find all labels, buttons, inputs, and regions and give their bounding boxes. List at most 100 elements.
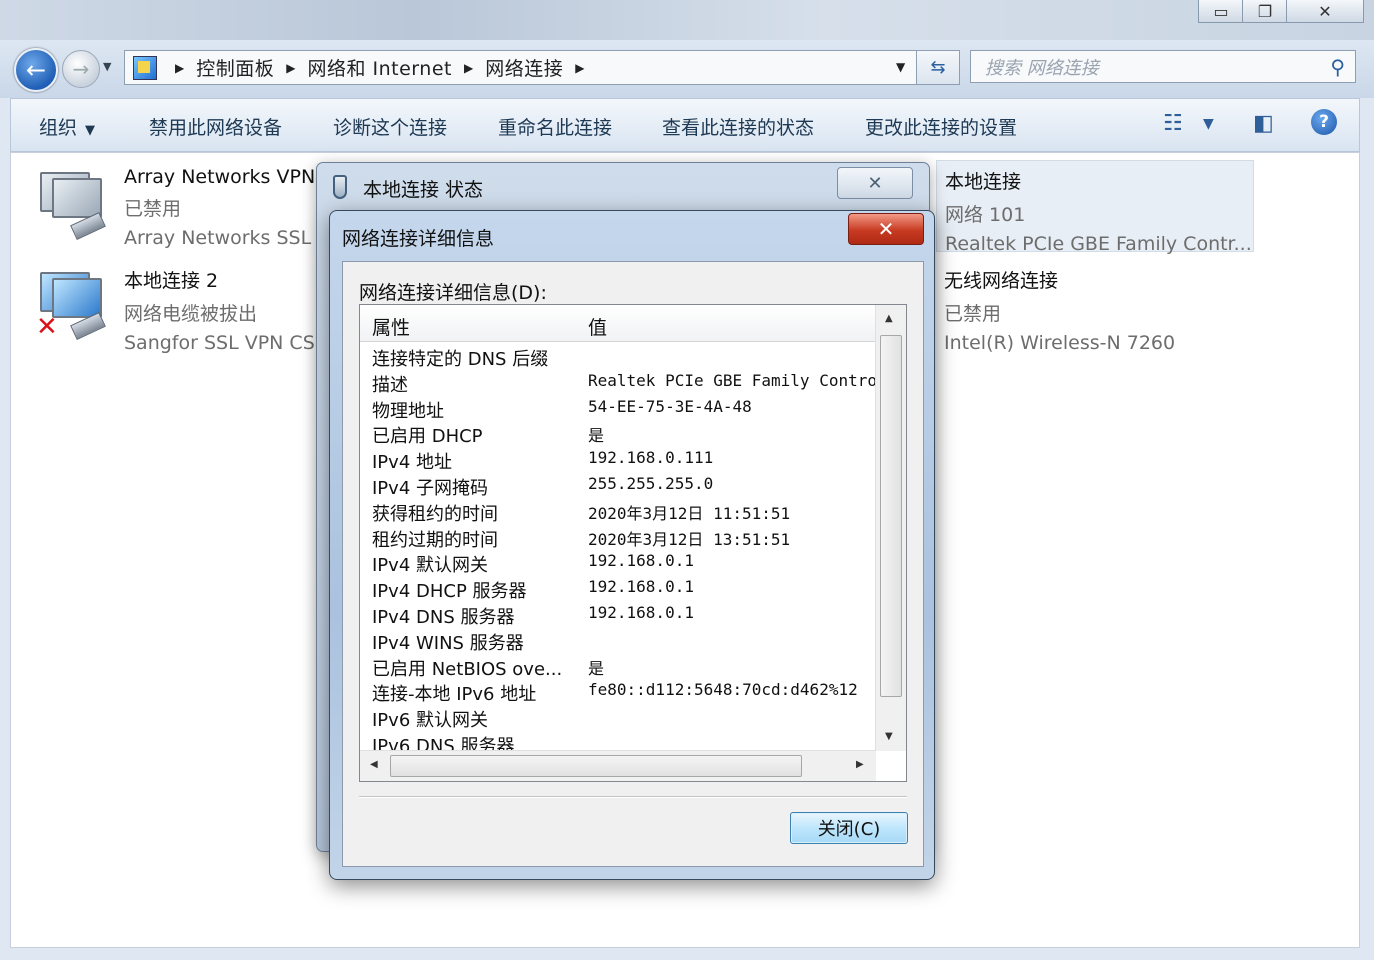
change-view-icon[interactable]: ☷ [1163, 111, 1183, 136]
close-button[interactable]: 关闭(C) [790, 812, 908, 844]
details-dialog: 网络连接详细信息 ✕ 网络连接详细信息(D): 属性 值 连接特定的 DNS 后… [329, 210, 935, 880]
disable-device-button[interactable]: 禁用此网络设备 [149, 113, 282, 140]
value-cell: 192.168.0.1 [588, 602, 694, 622]
address-dropdown-icon[interactable]: ▼ [896, 60, 905, 74]
breadcrumb-network-internet[interactable]: 网络和 Internet [307, 54, 451, 81]
value-cell: 54-EE-75-3E-4A-48 [588, 396, 752, 416]
connection-device: Realtek PCIe GBE Family Contr... [945, 233, 1252, 255]
back-button[interactable]: ← [14, 48, 58, 92]
chevron-down-icon: ▼ [85, 123, 96, 138]
close-icon: ✕ [867, 172, 883, 194]
window-title-bar [0, 0, 1374, 40]
property-cell: 已启用 DHCP [372, 426, 483, 448]
scroll-left-icon[interactable]: ◀ [370, 759, 378, 770]
table-row[interactable]: IPv6 默认网关 [360, 706, 876, 732]
breadcrumb-separator-icon[interactable]: ▶ [575, 61, 584, 75]
connection-item-local[interactable]: 本地连接 网络 101 Realtek PCIe GBE Family Cont… [936, 160, 1254, 255]
value-cell: 2020年3月12日 11:51:51 [588, 503, 791, 523]
forward-arrow-icon: → [72, 57, 90, 81]
property-cell: 描述 [372, 374, 408, 396]
table-row[interactable]: 已启用 DHCP 是 [360, 422, 876, 448]
help-icon[interactable]: ? [1311, 109, 1337, 135]
table-row[interactable]: IPv4 地址 192.168.0.111 [360, 448, 876, 474]
view-status-button[interactable]: 查看此连接的状态 [662, 113, 814, 140]
minimize-button[interactable]: ▭ [1198, 0, 1244, 23]
connection-name: 无线网络连接 [944, 270, 1059, 292]
connection-status: 网络电缆被拔出 [124, 303, 258, 325]
refresh-icon: ⇆ [930, 57, 946, 78]
vertical-scrollbar[interactable]: ▲ ▼ [875, 305, 906, 751]
refresh-button[interactable]: ⇆ [916, 50, 960, 85]
connection-item-local-2[interactable]: 本地连接 2 网络电缆被拔出 Sangfor SSL VPN CS [124, 266, 315, 354]
connection-status: 已禁用 [944, 303, 1002, 325]
horizontal-scrollbar[interactable]: ◀ ▶ [360, 750, 876, 781]
table-row[interactable]: 物理地址 54-EE-75-3E-4A-48 [360, 397, 876, 423]
details-dialog-close-button[interactable]: ✕ [848, 213, 924, 245]
property-cell: IPv4 子网掩码 [372, 477, 488, 499]
connection-device: Intel(R) Wireless-N 7260 [944, 332, 1176, 354]
value-cell: 192.168.0.111 [588, 448, 714, 468]
table-row[interactable]: 获得租约的时间 2020年3月12日 11:51:51 [360, 500, 876, 526]
maximize-button[interactable]: ❐ [1242, 0, 1288, 23]
breadcrumb-separator-icon[interactable]: ▶ [175, 61, 184, 75]
connection-name: Array Networks VPN [124, 166, 316, 188]
history-dropdown-icon[interactable]: ▼ [103, 60, 111, 73]
details-listview[interactable]: 属性 值 连接特定的 DNS 后缀 描述 Realtek PCIe GBE Fami… [359, 304, 907, 782]
column-header-property[interactable]: 属性 [372, 313, 410, 340]
property-cell: IPv4 WINS 服务器 [372, 632, 524, 654]
table-row[interactable]: 已启用 NetBIOS ove... 是 [360, 655, 876, 681]
table-row[interactable]: 租约过期的时间 2020年3月12日 13:51:51 [360, 526, 876, 552]
horizontal-scroll-thumb[interactable] [390, 755, 802, 777]
vertical-scroll-thumb[interactable] [880, 335, 902, 697]
search-input[interactable]: 搜索 网络连接 ⚲ [970, 50, 1356, 83]
details-list-label: 网络连接详细信息(D): [359, 282, 547, 304]
table-row[interactable]: IPv4 DHCP 服务器 192.168.0.1 [360, 577, 876, 603]
back-arrow-icon: ← [25, 56, 47, 84]
table-row[interactable]: 描述 Realtek PCIe GBE Family Contro [360, 371, 877, 397]
value-cell: 192.168.0.1 [588, 577, 694, 597]
breadcrumb-separator-icon[interactable]: ▶ [286, 61, 295, 75]
command-bar: 组织 ▼ 禁用此网络设备 诊断这个连接 重命名此连接 查看此连接的状态 更改此连接… [10, 98, 1360, 152]
property-cell: 获得租约的时间 [372, 503, 498, 525]
table-row[interactable]: 连接特定的 DNS 后缀 [360, 345, 876, 371]
table-row[interactable]: IPv4 默认网关 192.168.0.1 [360, 551, 876, 577]
search-icon[interactable]: ⚲ [1330, 55, 1345, 79]
diagnose-connection-button[interactable]: 诊断这个连接 [333, 113, 447, 140]
table-row[interactable]: IPv4 子网掩码 255.255.255.0 [360, 474, 876, 500]
property-cell: IPv4 DNS 服务器 [372, 606, 515, 628]
scroll-right-icon[interactable]: ▶ [856, 759, 864, 770]
view-options-chevron-icon[interactable]: ▼ [1203, 116, 1214, 132]
property-cell: IPv4 默认网关 [372, 555, 488, 577]
scroll-up-icon[interactable]: ▲ [885, 313, 893, 324]
close-icon: ✕ [877, 217, 895, 241]
connection-status: 网络 101 [945, 204, 1026, 226]
control-panel-icon [133, 55, 157, 80]
value-cell: 是 [588, 426, 605, 446]
value-cell: 192.168.0.1 [588, 551, 694, 571]
listview-rows: 连接特定的 DNS 后缀 描述 Realtek PCIe GBE Family Co… [360, 345, 877, 758]
connection-item-array-vpn[interactable]: Array Networks VPN 已禁用 Array Networks SS… [124, 166, 315, 249]
address-bar[interactable]: ▶ 控制面板 ▶ 网络和 Internet ▶ 网络连接 ▶ [124, 50, 918, 85]
scroll-down-icon[interactable]: ▼ [885, 731, 893, 742]
column-header-value[interactable]: 值 [588, 313, 607, 340]
organize-menu[interactable]: 组织 ▼ [39, 113, 95, 140]
connection-name: 本地连接 2 [124, 270, 219, 292]
breadcrumb-separator-icon[interactable]: ▶ [464, 61, 473, 75]
breadcrumb-network-connections[interactable]: 网络连接 [485, 54, 563, 81]
details-dialog-body: 网络连接详细信息(D): 属性 值 连接特定的 DNS 后缀 描述 Realtek … [342, 261, 924, 867]
table-row[interactable]: 连接-本地 IPv6 地址 fe80::d112:5648:70cd:d462%1… [360, 680, 876, 706]
status-dialog-close-button[interactable]: ✕ [837, 167, 913, 199]
forward-button[interactable]: → [62, 50, 100, 88]
window-close-button[interactable]: ✕ [1286, 0, 1364, 23]
property-cell: 连接特定的 DNS 后缀 [372, 349, 549, 370]
table-row[interactable]: IPv4 DNS 服务器 192.168.0.1 [360, 603, 876, 629]
connection-item-wireless[interactable]: 无线网络连接 已禁用 Intel(R) Wireless-N 7260 [944, 266, 1175, 354]
rename-connection-button[interactable]: 重命名此连接 [498, 113, 612, 140]
change-settings-button[interactable]: 更改此连接的设置 [865, 113, 1017, 140]
network-plug-icon [333, 175, 347, 199]
table-row[interactable]: IPv4 WINS 服务器 [360, 629, 876, 655]
preview-pane-icon[interactable]: ◧ [1253, 111, 1274, 136]
breadcrumb-control-panel[interactable]: 控制面板 [196, 54, 274, 81]
search-placeholder: 搜索 网络连接 [985, 57, 1099, 79]
organize-label: 组织 [39, 117, 78, 139]
